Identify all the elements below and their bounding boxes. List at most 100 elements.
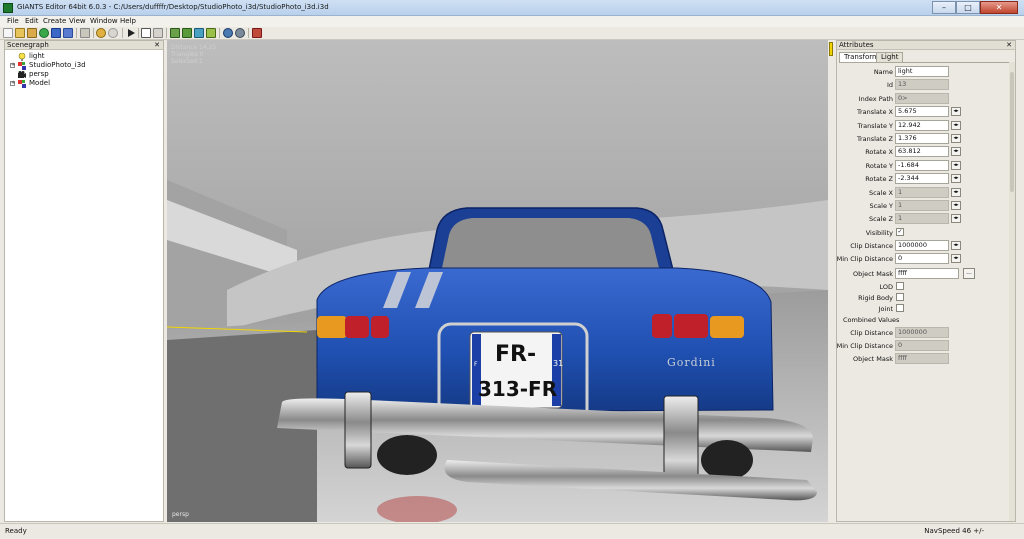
attribute-row: Scale Y 1 ◂▸ <box>839 200 1015 211</box>
object-mask-row: Object Mask ffff ... <box>839 268 1015 279</box>
spinner-icon[interactable]: ◂▸ <box>951 174 961 184</box>
scenegraph-title: Scenegraph <box>7 41 49 49</box>
clip-distance-field[interactable]: 1000000 <box>895 240 949 251</box>
spinner-icon[interactable]: ◂▸ <box>951 147 961 157</box>
close-button[interactable]: ✕ <box>980 1 1018 14</box>
new-file-icon[interactable] <box>3 28 13 38</box>
import-icon[interactable] <box>27 28 37 38</box>
attribute-value-field: 1 <box>895 200 949 211</box>
visibility-row: Visibility ✓ <box>865 228 904 237</box>
combined-clip-distance-field: 1000000 <box>895 327 949 338</box>
select-tool-icon[interactable] <box>141 28 151 38</box>
menu-help[interactable]: Help <box>120 17 136 25</box>
attribute-value-field[interactable]: -2.344 <box>895 173 949 185</box>
attribute-row: Index Path 0> <box>839 92 1015 104</box>
attribute-label: Index Path <box>858 94 893 103</box>
terrain-icon[interactable] <box>170 28 180 38</box>
print-icon[interactable] <box>80 28 90 38</box>
spinner-icon[interactable]: ◂▸ <box>951 187 961 197</box>
visibility-checkbox[interactable]: ✓ <box>896 228 904 236</box>
object-mask-field[interactable]: ffff <box>895 268 959 279</box>
spinner-icon[interactable]: ◂▸ <box>951 120 961 130</box>
clip-distance-row: Clip Distance 1000000 ◂▸ <box>839 240 1015 251</box>
attribute-row: Translate Y 12.942 ◂▸ <box>839 119 1015 131</box>
menu-edit[interactable]: Edit <box>25 17 39 25</box>
plate-country: F <box>474 361 478 368</box>
grass-icon[interactable] <box>206 28 216 38</box>
spinner-icon[interactable]: ◂▸ <box>951 134 961 143</box>
tree-item[interactable]: + Model <box>5 79 163 88</box>
attribute-value-field[interactable]: light <box>895 66 949 77</box>
save-icon[interactable] <box>51 28 61 38</box>
tab-light[interactable]: Light <box>876 52 904 62</box>
minimize-button[interactable]: – <box>932 1 956 14</box>
rigid-body-row: Rigid Body <box>839 292 1015 303</box>
tree-item[interactable]: + StudioPhoto_i3d <box>5 61 163 70</box>
plate-line1: FR- <box>495 342 536 367</box>
camera-icon <box>18 71 26 78</box>
scrollbar-thumb[interactable] <box>1010 72 1014 192</box>
combined-min-clip-distance-field: 0 <box>895 340 949 351</box>
tree-item[interactable]: persp <box>5 70 163 79</box>
splitter-handle[interactable] <box>829 42 833 56</box>
attribute-label: Translate Y <box>857 121 893 130</box>
combined-object-mask-field: ffff <box>895 353 949 364</box>
save-as-icon[interactable] <box>63 28 73 38</box>
gear-icon[interactable] <box>223 28 233 38</box>
attribute-row: Rotate Y -1.684 ◂▸ <box>839 159 1015 171</box>
combined-min-clip-distance-row: Min Clip Distance 0 <box>837 340 1015 351</box>
expand-icon[interactable]: + <box>10 81 15 86</box>
attribute-value-field: 13 <box>895 79 949 91</box>
attributes-scrollbar[interactable] <box>1009 62 1015 521</box>
attribute-label: Name <box>873 68 893 76</box>
spinner-icon[interactable]: ◂▸ <box>951 214 961 224</box>
attribute-value-field[interactable]: 12.942 <box>895 119 949 131</box>
close-icon[interactable]: ✕ <box>154 41 160 50</box>
spinner-icon[interactable]: ◂▸ <box>951 107 961 117</box>
joint-checkbox[interactable] <box>896 304 904 312</box>
min-clip-distance-field[interactable]: 0 <box>895 253 949 264</box>
close-icon[interactable]: ✕ <box>1006 41 1012 50</box>
lod-checkbox[interactable] <box>896 282 904 290</box>
spinner-icon[interactable]: ◂▸ <box>951 241 961 250</box>
move-tool-icon[interactable] <box>153 28 163 38</box>
attribute-row: Id 13 <box>839 79 1015 91</box>
maximize-button[interactable]: □ <box>956 1 980 14</box>
attributes-title: Attributes <box>839 41 874 49</box>
redo-icon[interactable] <box>108 28 118 38</box>
menu-create[interactable]: Create <box>43 17 66 25</box>
menu-window[interactable]: Window <box>90 17 118 25</box>
attributes-header: Attributes ✕ <box>837 41 1015 50</box>
attribute-label: Scale Y <box>869 202 893 210</box>
rigid-body-checkbox[interactable] <box>896 293 904 301</box>
attribute-value-field[interactable]: -1.684 <box>895 159 949 171</box>
settings-icon[interactable] <box>235 28 245 38</box>
open-folder-icon[interactable] <box>15 28 25 38</box>
spinner-icon[interactable]: ◂▸ <box>951 201 961 210</box>
attribute-value-field[interactable]: 1.376 <box>895 133 949 144</box>
menu-file[interactable]: File <box>7 17 19 25</box>
spinner-icon[interactable]: ◂▸ <box>951 160 961 170</box>
tree-item[interactable]: light <box>5 52 163 61</box>
play-icon[interactable] <box>126 28 136 38</box>
object-mask-button[interactable]: ... <box>963 268 975 279</box>
plate-region: 31 <box>553 359 563 368</box>
bulb-icon <box>18 52 26 61</box>
3d-viewport[interactable]: FR- 313-FR 31 F Gordini Distance 14.25 T… <box>167 40 828 522</box>
attribute-value-field[interactable]: 5.675 <box>895 106 949 118</box>
attribute-row: Rotate Z -2.344 ◂▸ <box>839 173 1015 185</box>
reload-icon[interactable] <box>39 28 49 38</box>
viewport-stats: Distance 14.25 Triangles 0 Selected 1 <box>171 44 217 65</box>
paint-icon[interactable] <box>182 28 192 38</box>
attribute-value-field[interactable]: 63.812 <box>895 146 949 158</box>
exit-icon[interactable] <box>252 28 262 38</box>
scenegraph-header: Scenegraph ✕ <box>5 41 163 50</box>
undo-icon[interactable] <box>96 28 106 38</box>
attribute-row: Rotate X 63.812 ◂▸ <box>839 146 1015 158</box>
title-bar: GIANTS Editor 64bit 6.0.3 - C:/Users/duf… <box>0 0 1024 16</box>
expand-icon[interactable]: + <box>10 63 15 68</box>
combined-object-mask-row: Object Mask ffff <box>839 353 1015 364</box>
menu-view[interactable]: View <box>69 17 86 25</box>
foliage-icon[interactable] <box>194 28 204 38</box>
spinner-icon[interactable]: ◂▸ <box>951 254 961 263</box>
